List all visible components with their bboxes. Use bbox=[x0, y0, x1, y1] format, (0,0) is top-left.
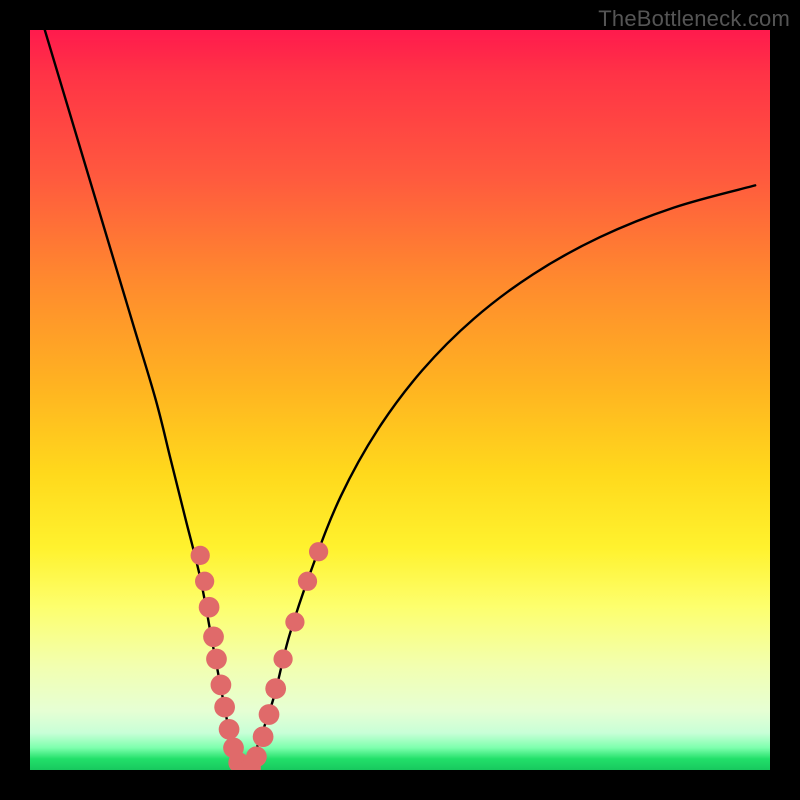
marker-dot bbox=[195, 572, 214, 591]
marker-dot bbox=[211, 675, 232, 696]
marker-dot bbox=[219, 719, 240, 740]
marker-dot bbox=[265, 678, 286, 699]
marker-dot bbox=[273, 649, 292, 668]
marker-dot bbox=[309, 542, 328, 561]
marker-dot bbox=[203, 626, 224, 647]
marker-dot bbox=[199, 597, 220, 618]
plot-area bbox=[30, 30, 770, 770]
bottleneck-curve bbox=[45, 30, 755, 770]
marker-dot bbox=[246, 746, 267, 767]
marker-dot bbox=[259, 704, 280, 725]
chart-overlay bbox=[30, 30, 770, 770]
marker-dot bbox=[285, 612, 304, 631]
marker-dot bbox=[253, 726, 274, 747]
marker-dot bbox=[298, 572, 317, 591]
highlighted-points bbox=[191, 542, 329, 770]
watermark-text: TheBottleneck.com bbox=[598, 6, 790, 32]
chart-frame: TheBottleneck.com bbox=[0, 0, 800, 800]
marker-dot bbox=[214, 697, 235, 718]
marker-dot bbox=[191, 546, 210, 565]
marker-dot bbox=[206, 649, 227, 670]
